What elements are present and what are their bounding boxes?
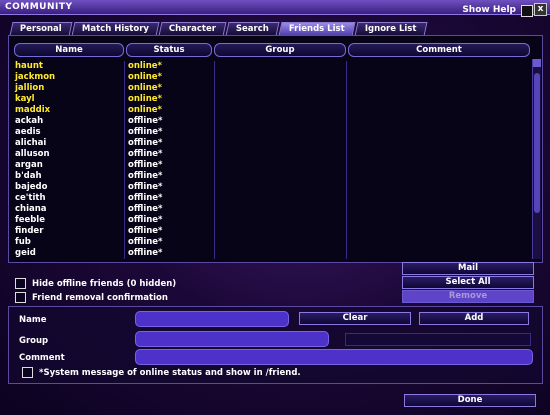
friend-status: offline* (128, 138, 163, 148)
friend-name: geid (15, 248, 36, 258)
friend-name: alichai (15, 138, 47, 148)
table-row[interactable]: geid offline* (12, 248, 528, 259)
table-row[interactable]: finder offline* (12, 226, 528, 237)
friend-status: offline* (128, 215, 163, 225)
tab-personal[interactable]: Personal (9, 22, 73, 36)
group-field[interactable] (135, 331, 329, 347)
friend-status: online* (128, 94, 162, 104)
table-row[interactable]: feeble offline* (12, 215, 528, 226)
add-button[interactable]: Add (419, 312, 529, 325)
tab-search[interactable]: Search (225, 22, 280, 36)
column-header-comment[interactable]: Comment (348, 43, 530, 57)
friend-status: online* (128, 61, 162, 71)
friend-name: aedis (15, 127, 41, 137)
table-row[interactable]: kayl online* (12, 94, 528, 105)
table-row[interactable]: alichai offline* (12, 138, 528, 149)
friend-status: offline* (128, 237, 163, 247)
friend-status: offline* (128, 160, 163, 170)
friend-name: b'dah (15, 171, 42, 181)
hide-offline-label: Hide offline friends (0 hidden) (32, 279, 177, 289)
comment-label: Comment (19, 353, 65, 363)
remove-button[interactable]: Remove (402, 290, 534, 303)
system-message-label: *System message of online status and sho… (39, 368, 301, 378)
friend-status: offline* (128, 248, 163, 258)
removal-confirm-label: Friend removal confirmation (32, 293, 168, 303)
table-row[interactable]: jallion online* (12, 83, 528, 94)
friend-status: offline* (128, 116, 163, 126)
table-row[interactable]: aedis offline* (12, 127, 528, 138)
friend-name: ce'tith (15, 193, 46, 203)
friend-status: offline* (128, 226, 163, 236)
tab-match-history[interactable]: Match History (71, 22, 160, 36)
clear-button[interactable]: Clear (299, 312, 411, 325)
done-button[interactable]: Done (404, 394, 536, 407)
column-header-name[interactable]: Name (14, 43, 124, 57)
tab-ignore-list[interactable]: Ignore List (354, 22, 427, 36)
list-scrollbar[interactable] (532, 59, 541, 259)
friend-status: online* (128, 83, 162, 93)
friend-status: offline* (128, 182, 163, 192)
show-help-label: Show Help (462, 5, 516, 15)
name-field[interactable] (135, 311, 289, 327)
table-row[interactable]: chiana offline* (12, 204, 528, 215)
name-label: Name (19, 315, 47, 325)
tab-bar: Personal Match History Character Search … (9, 22, 427, 36)
column-header-status[interactable]: Status (126, 43, 212, 57)
tab-character[interactable]: Character (158, 22, 227, 36)
group-label: Group (19, 336, 49, 346)
friend-name: kayl (15, 94, 35, 104)
scroll-thumb[interactable] (534, 73, 540, 213)
close-button[interactable]: x (534, 3, 547, 16)
removal-confirm-checkbox[interactable] (15, 292, 26, 303)
show-help-checkbox[interactable] (521, 5, 533, 17)
mail-button[interactable]: Mail (402, 262, 534, 275)
table-row[interactable]: ce'tith offline* (12, 193, 528, 204)
friend-name: ackah (15, 116, 44, 126)
friend-name: chiana (15, 204, 47, 214)
friend-name: finder (15, 226, 44, 236)
friend-status: online* (128, 72, 162, 82)
table-row[interactable]: maddix online* (12, 105, 528, 116)
friend-status: online* (128, 105, 162, 115)
title-bar: COMMUNITY Show Help x (0, 0, 550, 17)
table-row[interactable]: haunt online* (12, 61, 528, 72)
table-row[interactable]: b'dah offline* (12, 171, 528, 182)
friend-status: offline* (128, 204, 163, 214)
group-dropdown[interactable] (345, 333, 531, 346)
friend-name: haunt (15, 61, 43, 71)
friend-name: jallion (15, 83, 45, 93)
table-row[interactable]: ackah offline* (12, 116, 528, 127)
scroll-up-arrow-icon[interactable] (533, 59, 541, 67)
friend-status: offline* (128, 127, 163, 137)
friend-status: offline* (128, 149, 163, 159)
column-header-group[interactable]: Group (214, 43, 346, 57)
system-message-checkbox[interactable] (22, 367, 33, 378)
friend-name: alluson (15, 149, 50, 159)
friend-name: maddix (15, 105, 51, 115)
friend-name: argan (15, 160, 43, 170)
tab-friends-list[interactable]: Friends List (278, 22, 355, 36)
select-all-button[interactable]: Select All (402, 276, 534, 289)
table-row[interactable]: fub offline* (12, 237, 528, 248)
friend-status: offline* (128, 193, 163, 203)
friend-name: bajedo (15, 182, 48, 192)
friend-name: feeble (15, 215, 45, 225)
window-title: COMMUNITY (5, 2, 73, 12)
comment-field[interactable] (135, 349, 533, 365)
friend-name: jackmon (15, 72, 56, 82)
table-row[interactable]: bajedo offline* (12, 182, 528, 193)
table-row[interactable]: argan offline* (12, 160, 528, 171)
table-row[interactable]: alluson offline* (12, 149, 528, 160)
friend-status: offline* (128, 171, 163, 181)
hide-offline-checkbox[interactable] (15, 278, 26, 289)
table-row[interactable]: jackmon online* (12, 72, 528, 83)
friends-table-body: haunt online* jackmon online* jallion online*… (12, 61, 528, 259)
friend-name: fub (15, 237, 31, 247)
